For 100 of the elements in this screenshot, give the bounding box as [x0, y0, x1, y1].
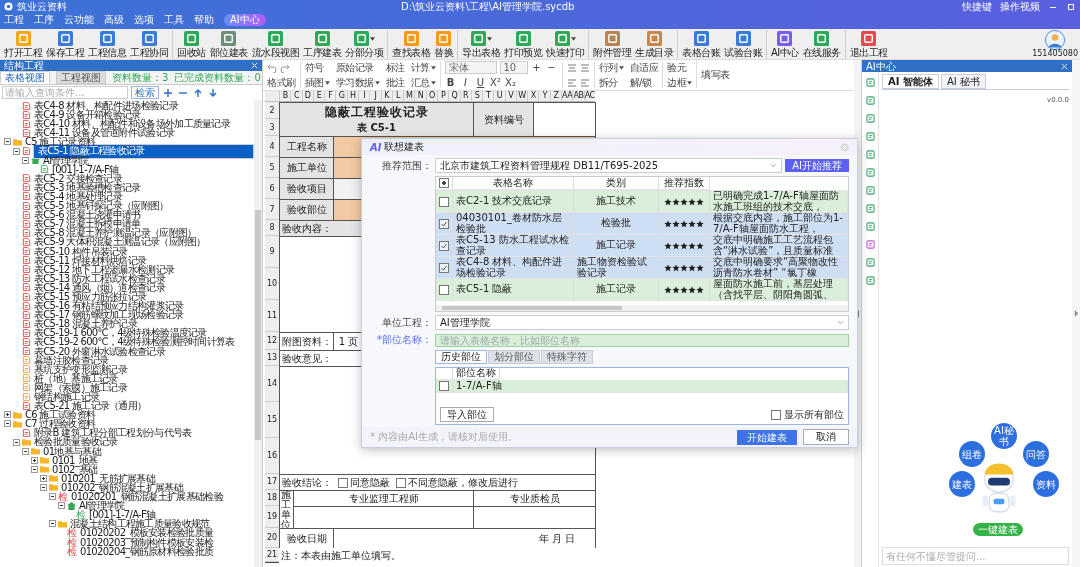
- redo-icon[interactable]: [280, 62, 290, 73]
- question-field[interactable]: 有任何不懂尽管提问...: [882, 547, 1069, 565]
- font-size-step-button[interactable]: +: [530, 61, 543, 74]
- toolbar-button[interactable]: 替换: [432, 29, 458, 59]
- tree-item[interactable]: [001]-1-7/A-F轴: [51, 164, 120, 174]
- sidebar-icon[interactable]: [865, 168, 875, 177]
- format-painter-button[interactable]: 格式刷: [267, 76, 296, 89]
- tree-item[interactable]: 表C5-17 钢筋螺纹加工现场检验记录: [33, 310, 185, 320]
- tree-item[interactable]: 010201_无筋扩展基础: [60, 473, 157, 483]
- row-number[interactable]: 5: [265, 157, 279, 178]
- tree-item[interactable]: 010202_钢筋混凝土扩展基础: [60, 482, 184, 493]
- tree-item[interactable]: 表C5-14 通风（烟）道检查记录: [33, 282, 166, 292]
- menu-item[interactable]: 高级: [104, 14, 124, 26]
- toolbar-button[interactable]: 试验台账: [722, 29, 767, 59]
- toolbar-button[interactable]: 生成目录: [633, 29, 678, 59]
- toolbar-button[interactable]: 工序建表: [301, 29, 343, 59]
- tree-item[interactable]: 表C5-13 防水工程试水检查记录: [33, 273, 166, 283]
- format-tool-button[interactable]: 插图: [304, 76, 330, 89]
- checkbox[interactable]: [771, 409, 781, 420]
- tree-item[interactable]: 表C5-18 混凝土养护记录: [33, 319, 139, 329]
- tree-item[interactable]: 表C5-2 交接检查记录: [33, 173, 124, 183]
- shortcuts-button[interactable]: 快捷键: [962, 0, 992, 13]
- column-header[interactable]: P: [436, 91, 449, 101]
- undo-icon[interactable]: [267, 62, 277, 73]
- feature-bubble[interactable]: 问答: [1023, 441, 1049, 467]
- expander-icon[interactable]: [58, 502, 65, 510]
- scope-dropdown[interactable]: 北京市建筑工程资料管理规程 DB11/T695-2025: [435, 158, 783, 173]
- format-tool-button[interactable]: 汇总: [410, 76, 436, 89]
- tree-item[interactable]: 0101_地基: [51, 455, 99, 465]
- expander-icon[interactable]: [4, 420, 11, 428]
- checkbox[interactable]: [439, 218, 449, 229]
- text-style-button[interactable]: U: [474, 76, 487, 89]
- column-header[interactable]: Y: [538, 91, 550, 101]
- row-number[interactable]: 6: [265, 178, 279, 199]
- toolbar-button[interactable]: 在线服务: [800, 29, 846, 59]
- column-header[interactable]: 类别: [574, 177, 659, 190]
- ai-tab[interactable]: AI 秘书: [940, 74, 986, 89]
- row-number[interactable]: 4: [265, 136, 279, 157]
- tree-item[interactable]: 表C4-9 设备开箱检验记录: [33, 110, 142, 120]
- tree-item[interactable]: 检验批质量验收记录: [33, 437, 119, 447]
- toolbar-button[interactable]: 分部分项: [343, 29, 388, 59]
- avatar-icon[interactable]: [1045, 30, 1066, 50]
- search-button[interactable]: 检索: [131, 86, 159, 99]
- text-style-button[interactable]: B: [444, 76, 457, 89]
- column-header[interactable]: AB: [572, 91, 584, 101]
- row-number[interactable]: 20: [265, 528, 279, 548]
- checkbox[interactable]: [439, 240, 449, 251]
- format-tool-button[interactable]: 填写表: [701, 69, 730, 81]
- tree-item[interactable]: 表C5-19-2 600℃，4级特殊检验测控时间计算表: [33, 337, 236, 347]
- recommend-button[interactable]: AI开始推荐: [785, 159, 849, 172]
- part-tab[interactable]: 特殊字符: [541, 350, 593, 364]
- expander-icon[interactable]: [31, 456, 38, 464]
- sidebar-icon[interactable]: [865, 96, 875, 105]
- part-tab[interactable]: 划分部位: [488, 350, 540, 364]
- checkbox[interactable]: [396, 477, 406, 488]
- sidebar-icon[interactable]: [865, 258, 875, 267]
- format-tool-button[interactable]: 解/锁: [629, 76, 652, 89]
- expander-icon[interactable]: [49, 493, 56, 501]
- tree-item[interactable]: 01020203_预制构件模板安装检: [79, 537, 215, 547]
- font-select[interactable]: 宋体: [444, 61, 497, 74]
- format-tool-button[interactable]: 行列: [598, 61, 624, 74]
- font-size-select[interactable]: 10: [499, 61, 528, 74]
- expand-all-icon[interactable]: [164, 88, 172, 97]
- toolbar-button[interactable]: 打印预览: [502, 29, 544, 59]
- format-tool-button[interactable]: 原始记录: [335, 61, 374, 74]
- column-header[interactable]: V: [504, 91, 516, 101]
- checkbox[interactable]: [439, 284, 449, 295]
- tree-item[interactable]: 混凝土结构工程施工质量验收规范: [69, 519, 211, 529]
- row-number[interactable]: 13: [265, 350, 279, 366]
- toolbar-button[interactable]: 工程信息: [86, 29, 128, 59]
- tree-item[interactable]: 01020204_钢筋原材料检验批质: [79, 546, 215, 556]
- row-number[interactable]: 14: [265, 366, 279, 402]
- format-tool-button[interactable]: 验元: [667, 61, 686, 74]
- search-field[interactable]: 请输入查询条件...: [2, 86, 128, 99]
- expand-icon[interactable]: [1074, 310, 1078, 317]
- toolbar-button[interactable]: 退出工程: [847, 29, 890, 59]
- toolbar-button[interactable]: 导出表格: [460, 29, 502, 59]
- toolbar-button[interactable]: 表格台账: [680, 29, 722, 59]
- ai-tab[interactable]: AI 智能体: [882, 74, 939, 89]
- row-number[interactable]: 7: [265, 199, 279, 220]
- tree-item[interactable]: 表C5-11 焊接材料烘焙记录: [33, 255, 148, 265]
- start-build-button[interactable]: 开始建表: [737, 429, 797, 445]
- import-parts-button[interactable]: 导入部位: [440, 407, 494, 422]
- scrollbar[interactable]: [254, 100, 262, 567]
- tree-item[interactable]: 表C5-19-1 600℃，4级特殊检验温度记录: [33, 328, 208, 338]
- tree-item[interactable]: C6 施工试验资料: [24, 410, 97, 420]
- sidebar-icon[interactable]: [865, 240, 875, 249]
- format-tool-button[interactable]: 标注: [385, 61, 405, 74]
- tree-item[interactable]: 表C5-12 地下工程渗漏水检测记录: [33, 264, 176, 274]
- column-header[interactable]: K: [380, 91, 392, 101]
- expander-icon[interactable]: [4, 138, 11, 146]
- text-style-button[interactable]: X²: [489, 76, 502, 89]
- format-tool-button[interactable]: 批注: [385, 76, 405, 89]
- column-header[interactable]: 推荐指数: [659, 177, 710, 190]
- toolbar-button[interactable]: 查找表格: [390, 29, 432, 59]
- toolbar-button[interactable]: 打开工程: [2, 29, 44, 59]
- tree-item[interactable]: 表C5-20 外窗淋水试验检查记录: [33, 346, 166, 356]
- tree-item[interactable]: 表C4-8 材料、构配件进场检验记录: [33, 101, 179, 111]
- format-tool-button[interactable]: 符号: [304, 61, 324, 74]
- tree-item[interactable]: 网架（索膜）施工记录: [33, 382, 128, 392]
